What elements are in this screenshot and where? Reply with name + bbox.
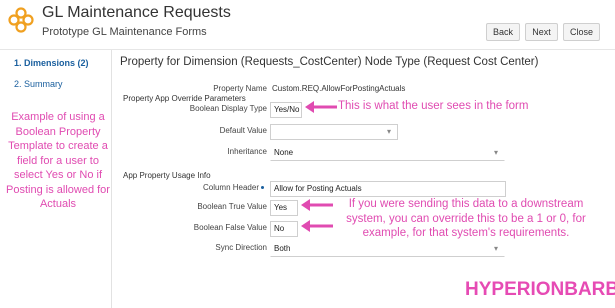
inheritance-select[interactable]: None [270,145,505,161]
next-button[interactable]: Next [525,23,558,41]
override-section-heading: Property App Override Parameters [123,94,246,103]
required-indicator-icon [261,186,264,189]
panel-title: Property for Dimension (Requests_CostCen… [120,56,539,68]
back-button[interactable]: Back [486,23,520,41]
sync-direction-select[interactable]: Both [270,241,505,257]
annotation-arrow-icon [305,101,337,113]
column-header-label: Column Header [202,183,259,192]
property-name-value: Custom.REQ.AllowForPostingActuals [272,84,406,93]
annotation-arrow-icon [301,199,333,211]
annotation-bottom-note: If you were sending this data to a downs… [346,198,586,239]
sidebar-item-dimensions[interactable]: 1. Dimensions (2) [0,54,112,72]
app-subtitle: Prototype GL Maintenance Forms [42,26,207,38]
app-title: GL Maintenance Requests [42,4,231,21]
boolean-true-value-label: Boolean True Value [197,202,267,211]
annotation-top-note: This is what the user sees in the form [338,100,529,112]
default-value-label: Default Value [219,126,267,135]
property-name-label: Property Name [213,84,267,93]
default-value-select[interactable] [270,124,398,140]
boolean-false-value-input[interactable]: No [270,221,298,237]
flower-logo-icon [8,7,34,33]
column-header-input[interactable]: Allow for Posting Actuals [270,181,506,197]
boolean-display-type-label: Boolean Display Type [189,104,267,113]
usage-section-heading: App Property Usage Info [123,171,211,180]
boolean-true-value-input[interactable]: Yes [270,200,298,216]
annotation-arrow-icon [301,220,333,232]
boolean-display-type-field[interactable]: Yes/No [270,102,302,118]
inheritance-label: Inheritance [227,147,267,156]
sidebar-item-summary[interactable]: 2. Summary [0,75,112,93]
annotation-left-note: Example of using a Boolean Property Temp… [6,111,110,210]
boolean-false-value-label: Boolean False Value [193,223,267,232]
header-bar: GL Maintenance Requests Prototype GL Mai… [0,0,615,50]
sync-direction-label: Sync Direction [215,243,267,252]
watermark-logo: HYPERIONBARBIE [465,279,615,300]
close-button[interactable]: Close [563,23,600,41]
